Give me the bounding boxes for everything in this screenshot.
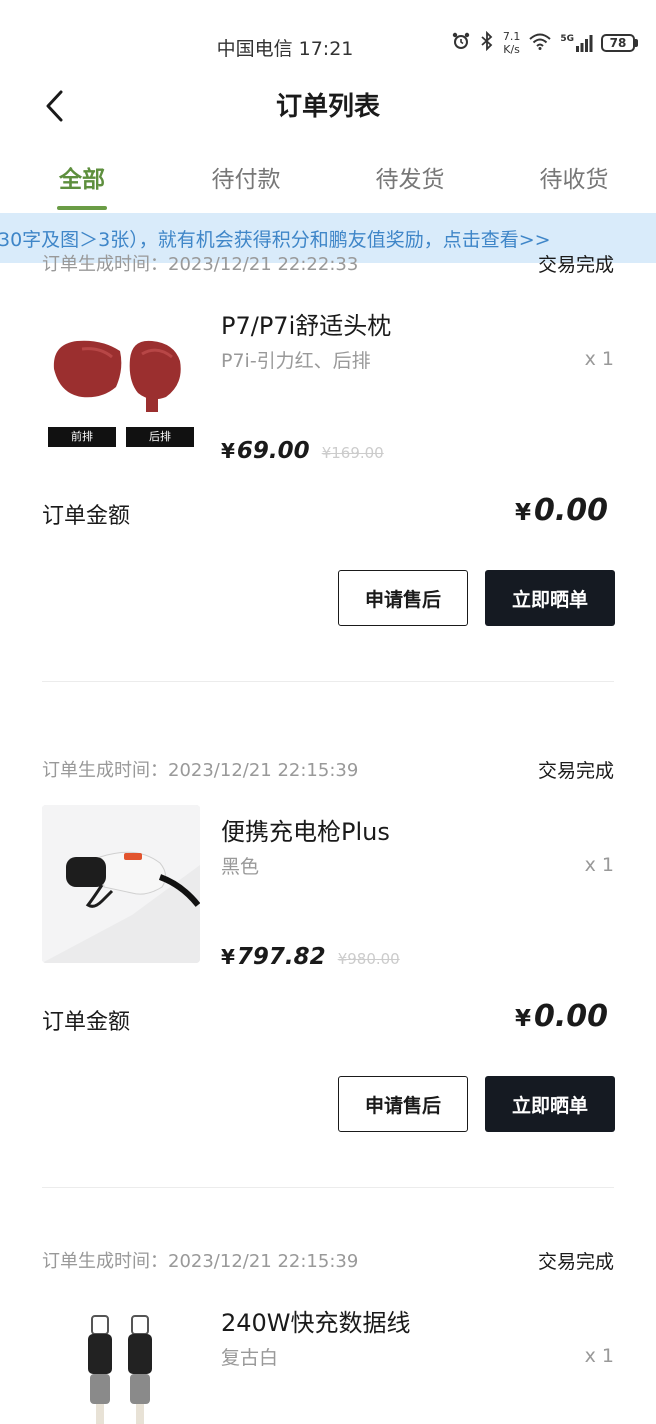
divider <box>42 681 614 682</box>
product-image-headrest[interactable]: 前排 后排 <box>42 299 200 457</box>
thumb-label-rear: 后排 <box>149 430 171 443</box>
order-meta: 订单生成时间：2023/12/21 22:15:39 交易完成 <box>42 1245 614 1275</box>
status-bar: 中国电信 17:21 7.1 K/s 5G 78 <box>0 0 656 88</box>
battery-icon: 78 <box>601 34 638 52</box>
product-variant: 黑色 <box>221 856 260 878</box>
order-total-label: 订单金额 <box>42 504 131 529</box>
total-currency-symbol: ¥ <box>514 500 531 526</box>
product-name[interactable]: 便携充电枪Plus <box>221 812 390 847</box>
product-name[interactable]: P7/P7i舒适头枕 <box>221 306 391 341</box>
product-quantity: x 1 <box>584 1345 614 1367</box>
cell-signal-icon: 5G <box>560 34 593 52</box>
order-total: ¥ 0.00 <box>515 999 608 1034</box>
order-total-label: 订单金额 <box>42 1010 131 1035</box>
after-sale-button[interactable]: 申请售后 <box>338 1076 468 1132</box>
order-card[interactable]: 订单生成时间：2023/12/21 22:15:39 交易完成 240W快充数据… <box>0 1245 656 1424</box>
tab-label: 待付款 <box>211 167 281 193</box>
product-image-charger[interactable] <box>42 805 200 963</box>
product-image-cable[interactable] <box>42 1296 200 1424</box>
product-variant: 复古白 <box>221 1347 279 1369</box>
original-price: ¥980.00 <box>337 950 400 968</box>
order-time: 订单生成时间：2023/12/21 22:22:33 <box>42 254 359 275</box>
wifi-icon <box>528 32 552 55</box>
order-meta: 订单生成时间：2023/12/21 22:22:33 交易完成 <box>42 248 614 278</box>
currency-symbol: ¥ <box>221 945 235 969</box>
product-price: 69.00 <box>236 438 310 464</box>
signal-label: 5G <box>560 34 574 44</box>
order-status: 交易完成 <box>537 1250 614 1273</box>
order-total: ¥ 0.00 <box>515 493 608 528</box>
page-title: 订单列表 <box>275 92 380 122</box>
currency-symbol: ¥ <box>221 439 235 463</box>
order-tabs: 全部 待付款 待发货 待收货 <box>0 150 656 212</box>
product-quantity: x 1 <box>584 854 614 876</box>
tab-pending-payment[interactable]: 待付款 <box>164 150 328 212</box>
order-list: 订单生成时间：2023/12/21 22:22:33 交易完成 前排 后排 P7… <box>0 254 656 1424</box>
tab-label: 待发货 <box>375 167 445 193</box>
after-sale-button[interactable]: 申请售后 <box>338 570 468 626</box>
order-total-value: 0.00 <box>533 493 608 528</box>
order-time: 订单生成时间：2023/12/21 22:15:39 <box>42 760 359 781</box>
original-price: ¥169.00 <box>321 444 384 462</box>
status-icons: 7.1 K/s 5G 78 <box>451 30 638 56</box>
tab-all[interactable]: 全部 <box>0 150 164 212</box>
order-card[interactable]: 订单生成时间：2023/12/21 22:15:39 交易完成 便携充电枪Plu… <box>0 754 656 1245</box>
price-row: ¥ 797.82 ¥980.00 <box>221 944 400 970</box>
order-time: 订单生成时间：2023/12/21 22:15:39 <box>42 1251 359 1272</box>
share-review-button[interactable]: 立即晒单 <box>485 570 615 626</box>
order-meta: 订单生成时间：2023/12/21 22:15:39 交易完成 <box>42 754 614 784</box>
total-currency-symbol: ¥ <box>514 1006 531 1032</box>
price-row: ¥ 69.00 ¥169.00 <box>221 438 384 464</box>
tab-label: 待收货 <box>539 167 609 193</box>
product-name[interactable]: 240W快充数据线 <box>221 1303 411 1338</box>
share-review-button[interactable]: 立即晒单 <box>485 1076 615 1132</box>
tab-label: 全部 <box>59 167 105 193</box>
order-status: 交易完成 <box>537 759 614 782</box>
net-speed-unit: K/s <box>503 43 520 56</box>
header: 订单列表 <box>0 78 656 134</box>
net-speed-value: 7.1 <box>502 30 521 43</box>
net-speed: 7.1 K/s <box>503 30 521 56</box>
product-variant: P7i-引力红、后排 <box>221 350 371 372</box>
divider <box>42 1187 614 1188</box>
product-price: 797.82 <box>236 944 326 970</box>
thumb-label-front: 前排 <box>71 430 93 443</box>
tab-pending-shipment[interactable]: 待发货 <box>328 150 492 212</box>
order-status: 交易完成 <box>537 253 614 276</box>
order-total-value: 0.00 <box>533 999 608 1034</box>
bluetooth-icon <box>479 30 495 56</box>
alarm-clock-icon <box>451 31 471 56</box>
tab-pending-receipt[interactable]: 待收货 <box>492 150 656 212</box>
product-quantity: x 1 <box>584 348 614 370</box>
battery-level: 78 <box>601 34 635 52</box>
order-card[interactable]: 订单生成时间：2023/12/21 22:22:33 交易完成 前排 后排 P7… <box>0 248 656 739</box>
active-tab-indicator <box>57 206 107 210</box>
